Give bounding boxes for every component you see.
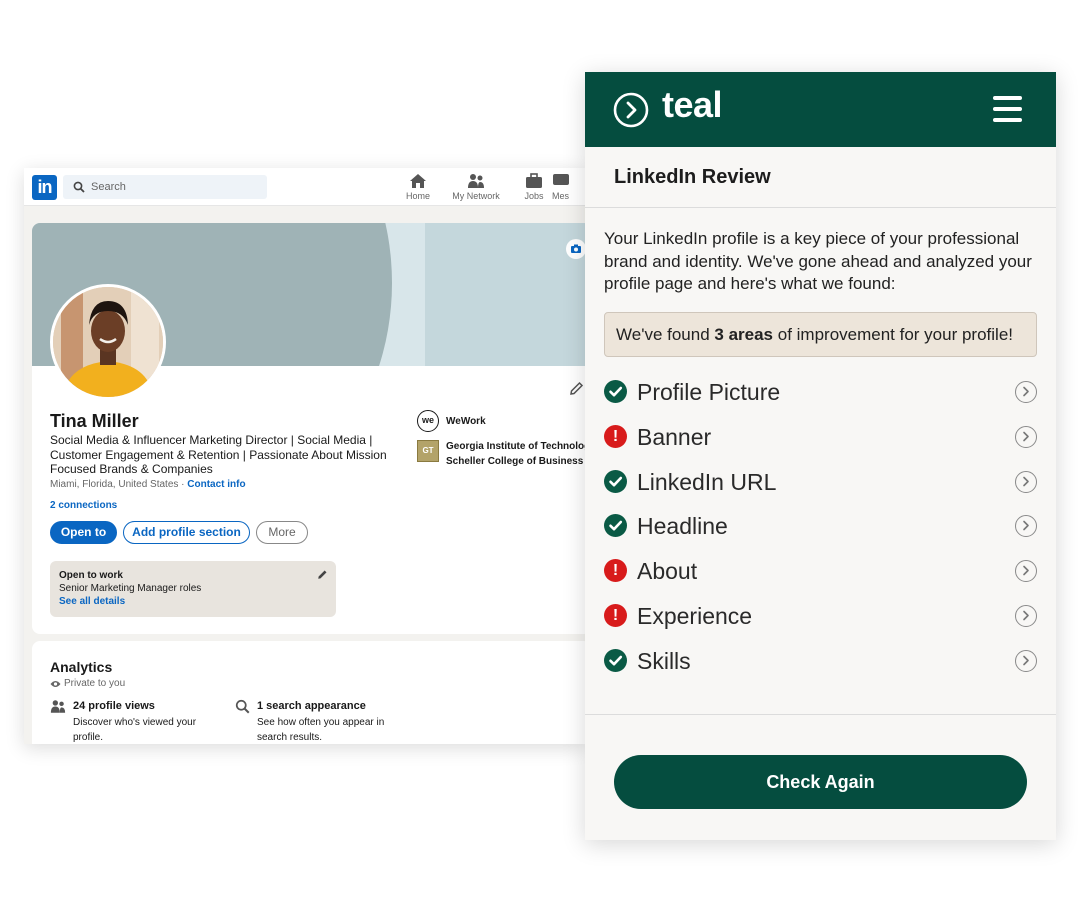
open-to-work-roles: Senior Marketing Manager roles [59, 583, 202, 594]
warning-circle-icon: ! [604, 425, 627, 448]
chevron-right-icon[interactable] [1015, 560, 1037, 582]
nav-home-label: Home [405, 191, 430, 201]
teal-logo-chevron-icon[interactable] [613, 92, 649, 128]
warning-circle-icon: ! [604, 559, 627, 582]
people-icon [50, 700, 66, 713]
profile-avatar[interactable] [50, 284, 166, 400]
review-item-label: Skills [637, 648, 691, 674]
profile-card: Tina Miller Social Media & Influencer Ma… [32, 223, 586, 634]
profile-views-description: Discover who's viewed your profile. [73, 717, 197, 743]
review-intro-text: Your LinkedIn profile is a key piece of … [604, 229, 1032, 293]
teal-header: teal [585, 72, 1056, 147]
home-icon [410, 174, 426, 188]
eye-icon [50, 681, 61, 687]
chevron-right-icon[interactable] [1015, 426, 1037, 448]
page-title: LinkedIn Review [614, 166, 771, 188]
hamburger-menu-icon[interactable] [993, 96, 1023, 122]
connections-link[interactable]: 2 connections [50, 500, 117, 511]
messaging-icon [553, 174, 569, 185]
teal-wordmark[interactable]: teal [662, 84, 723, 126]
review-item-label: Headline [637, 513, 728, 539]
summary-count: 3 areas [714, 325, 774, 344]
review-item-label: Banner [637, 424, 712, 450]
chevron-right-icon[interactable] [1015, 515, 1037, 537]
profile-views-link[interactable]: 24 profile views [73, 700, 155, 712]
review-item-row[interactable]: Profile Picture [604, 377, 1038, 407]
review-item-label: About [637, 558, 698, 584]
review-item-row[interactable]: Skills [604, 646, 1038, 676]
divider [585, 714, 1056, 715]
profile-name: Tina Miller [50, 411, 139, 431]
nav-home[interactable]: Home [388, 173, 448, 201]
analytics-card: Analytics Private to you 24 profile view… [32, 641, 586, 744]
chevron-right-icon[interactable] [1015, 650, 1037, 672]
location-text: Miami, Florida, United States · [50, 479, 188, 490]
georgia-tech-logo: GT [417, 440, 439, 462]
nav-my-network-label: My Network [452, 191, 500, 201]
profile-headline: Social Media & Influencer Marketing Dire… [50, 433, 387, 476]
nav-messaging-label: Mes [552, 191, 570, 201]
open-to-work-card[interactable]: Open to work Senior Marketing Manager ro… [50, 561, 336, 617]
search-icon [235, 699, 250, 714]
wework-logo: we [417, 410, 439, 432]
review-item-label: LinkedIn URL [637, 469, 777, 495]
teal-review-panel: teal LinkedIn Review Your LinkedIn profi… [585, 72, 1056, 840]
chevron-right-icon[interactable] [1015, 471, 1037, 493]
search-appearances-description: See how often you appear in search resul… [257, 717, 385, 743]
improvement-summary-banner: We've found 3 areas of improvement for y… [604, 312, 1037, 357]
search-placeholder: Search [91, 181, 126, 193]
open-to-work-title: Open to work [59, 570, 123, 581]
contact-info-link[interactable]: Contact info [187, 479, 245, 490]
summary-prefix: We've found [616, 325, 715, 344]
review-item-row[interactable]: ! Experience [604, 601, 1038, 631]
warning-circle-icon: ! [604, 604, 627, 627]
review-item-row[interactable]: ! About [604, 556, 1038, 586]
banner-panel [425, 223, 586, 366]
search-appearances-link[interactable]: 1 search appearance [257, 700, 366, 712]
briefcase-icon [526, 173, 542, 188]
profile-location: Miami, Florida, United States · Contact … [50, 479, 246, 490]
review-item-row[interactable]: Headline [604, 511, 1038, 541]
check-circle-icon [604, 470, 627, 493]
analytics-title: Analytics [50, 659, 113, 675]
check-circle-icon [604, 649, 627, 672]
summary-suffix: of improvement for your profile! [773, 325, 1013, 344]
current-company[interactable]: WeWork [446, 416, 486, 427]
open-to-button[interactable]: Open to [50, 521, 117, 544]
analytics-visibility: Private to you [64, 678, 126, 689]
network-icon [468, 174, 484, 188]
nav-jobs-label: Jobs [524, 191, 544, 201]
education-school[interactable]: Georgia Institute of Technology Scheller… [446, 440, 586, 469]
check-circle-icon [604, 514, 627, 537]
edit-banner-button[interactable] [566, 239, 586, 259]
linkedin-top-nav: in Search Home My Network Jobs Mes [24, 168, 586, 206]
review-item-label: Experience [637, 603, 753, 629]
check-circle-icon [604, 380, 627, 403]
search-input[interactable]: Search [63, 175, 267, 199]
check-again-button[interactable]: Check Again [614, 755, 1027, 809]
edit-intro-pencil-icon[interactable] [568, 381, 584, 397]
review-item-label: Profile Picture [637, 379, 781, 405]
linkedin-logo[interactable]: in [32, 175, 57, 200]
see-all-details-link[interactable]: See all details [59, 596, 125, 607]
avatar-photo [53, 287, 163, 397]
review-item-row[interactable]: LinkedIn URL [604, 467, 1038, 497]
nav-messaging[interactable]: Mes [552, 173, 586, 201]
nav-my-network[interactable]: My Network [446, 173, 506, 201]
camera-icon [571, 244, 581, 253]
linkedin-profile-window: in Search Home My Network Jobs Mes Tina … [24, 168, 586, 744]
add-profile-section-button[interactable]: Add profile section [123, 521, 250, 544]
chevron-right-icon[interactable] [1015, 605, 1037, 627]
chevron-right-icon[interactable] [1015, 381, 1037, 403]
review-item-row[interactable]: ! Banner [604, 422, 1038, 452]
edit-open-to-work-pencil-icon[interactable] [316, 569, 328, 581]
more-button[interactable]: More [256, 521, 308, 544]
search-icon [73, 181, 85, 193]
